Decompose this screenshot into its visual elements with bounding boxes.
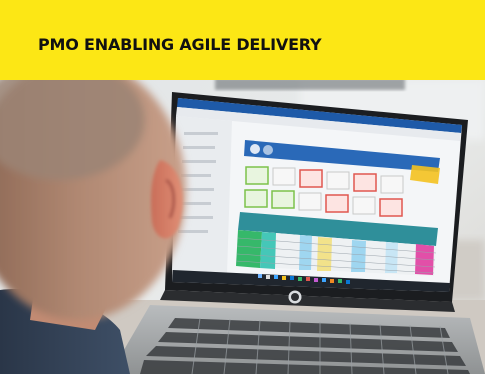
app-icon <box>346 280 350 284</box>
app-icon <box>338 279 342 283</box>
windows-icon <box>258 274 262 278</box>
laptop-screen <box>172 98 462 292</box>
app-icon <box>330 279 334 283</box>
app-icon <box>314 278 318 282</box>
app-icon <box>298 277 302 281</box>
kpi-tile <box>245 166 269 185</box>
kpi-tile <box>299 169 323 188</box>
kpi-tile <box>271 190 295 209</box>
kpi-tile <box>325 194 349 213</box>
kpi-tile <box>326 171 350 190</box>
banner-title: PMO ENABLING AGILE DELIVERY <box>38 35 322 54</box>
app-icon <box>322 278 326 282</box>
kpi-tile <box>298 192 322 211</box>
kpi-tile <box>352 196 376 215</box>
kpi-tile <box>272 167 296 186</box>
app-icon <box>306 277 310 281</box>
browser-icon <box>274 275 278 279</box>
kpi-tile <box>380 175 404 194</box>
folder-icon <box>282 276 286 280</box>
mail-icon <box>290 276 294 280</box>
kpi-tile <box>353 173 377 192</box>
search-icon <box>266 275 270 279</box>
photo-scene: PMO ENABLING AGILE DELIVERY <box>0 0 485 374</box>
title-banner: PMO ENABLING AGILE DELIVERY <box>0 0 485 80</box>
kpi-tile <box>244 189 268 208</box>
kpi-tile <box>379 198 403 217</box>
